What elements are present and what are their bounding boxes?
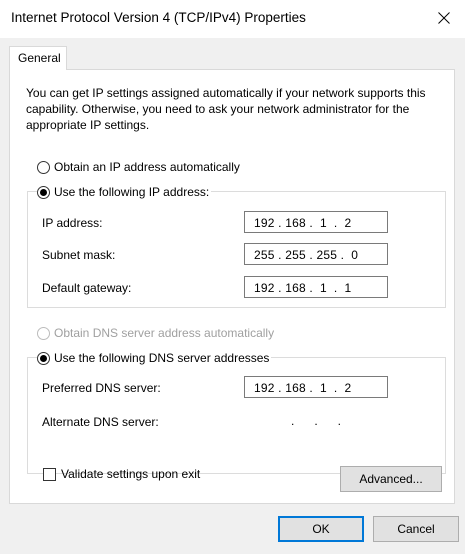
tab-general[interactable]: General	[9, 46, 67, 70]
preferred-dns-value: 192 . 168 . 1 . 2	[254, 381, 352, 395]
general-tab-panel: You can get IP settings assigned automat…	[9, 69, 455, 504]
radio-button-checked[interactable]	[37, 351, 50, 365]
subnet-mask-input[interactable]: 255 . 255 . 255 . 0	[244, 243, 388, 265]
radio-use-following-ip[interactable]: Use the following IP address:	[37, 185, 212, 199]
close-icon	[438, 12, 450, 24]
radio-button-disabled[interactable]	[37, 326, 50, 340]
tcpip-properties-dialog: Internet Protocol Version 4 (TCP/IPv4) P…	[0, 0, 465, 554]
validate-settings-label: Validate settings upon exit	[61, 467, 201, 481]
radio-use-following-ip-label: Use the following IP address:	[54, 185, 210, 199]
ip-address-label: IP address:	[42, 216, 103, 230]
close-button[interactable]	[425, 4, 463, 32]
description-text: You can get IP settings assigned automat…	[26, 86, 426, 132]
subnet-mask-label: Subnet mask:	[42, 248, 116, 262]
radio-obtain-dns-auto-label: Obtain DNS server address automatically	[54, 326, 275, 340]
radio-button[interactable]	[37, 160, 50, 174]
radio-use-following-dns-label: Use the following DNS server addresses	[54, 351, 270, 365]
ok-button[interactable]: OK	[278, 516, 364, 542]
default-gateway-label: Default gateway:	[42, 281, 132, 295]
alternate-dns-value: . . .	[290, 414, 341, 428]
subnet-mask-value: 255 . 255 . 255 . 0	[254, 248, 359, 262]
alternate-dns-input[interactable]: . . .	[244, 410, 388, 432]
preferred-dns-input[interactable]: 192 . 168 . 1 . 2	[244, 376, 388, 398]
default-gateway-value: 192 . 168 . 1 . 1	[254, 281, 352, 295]
cancel-button[interactable]: Cancel	[373, 516, 459, 542]
radio-button-checked[interactable]	[37, 185, 50, 199]
alternate-dns-label: Alternate DNS server:	[42, 415, 159, 429]
preferred-dns-label: Preferred DNS server:	[42, 381, 161, 395]
checkbox-box[interactable]	[43, 467, 56, 481]
radio-obtain-dns-auto[interactable]: Obtain DNS server address automatically	[37, 326, 274, 340]
window-title: Internet Protocol Version 4 (TCP/IPv4) P…	[11, 10, 306, 25]
tab-general-label: General	[18, 51, 61, 65]
validate-settings-checkbox[interactable]: Validate settings upon exit	[43, 467, 200, 481]
radio-obtain-ip-auto[interactable]: Obtain an IP address automatically	[37, 160, 240, 174]
ip-address-input[interactable]: 192 . 168 . 1 . 2	[244, 211, 388, 233]
radio-obtain-ip-auto-label: Obtain an IP address automatically	[54, 160, 240, 174]
advanced-button[interactable]: Advanced...	[340, 466, 442, 492]
title-bar: Internet Protocol Version 4 (TCP/IPv4) P…	[0, 0, 465, 38]
default-gateway-input[interactable]: 192 . 168 . 1 . 1	[244, 276, 388, 298]
dialog-client-area: General You can get IP settings assigned…	[0, 38, 465, 554]
ip-address-value: 192 . 168 . 1 . 2	[254, 216, 352, 230]
radio-use-following-dns[interactable]: Use the following DNS server addresses	[37, 351, 272, 365]
